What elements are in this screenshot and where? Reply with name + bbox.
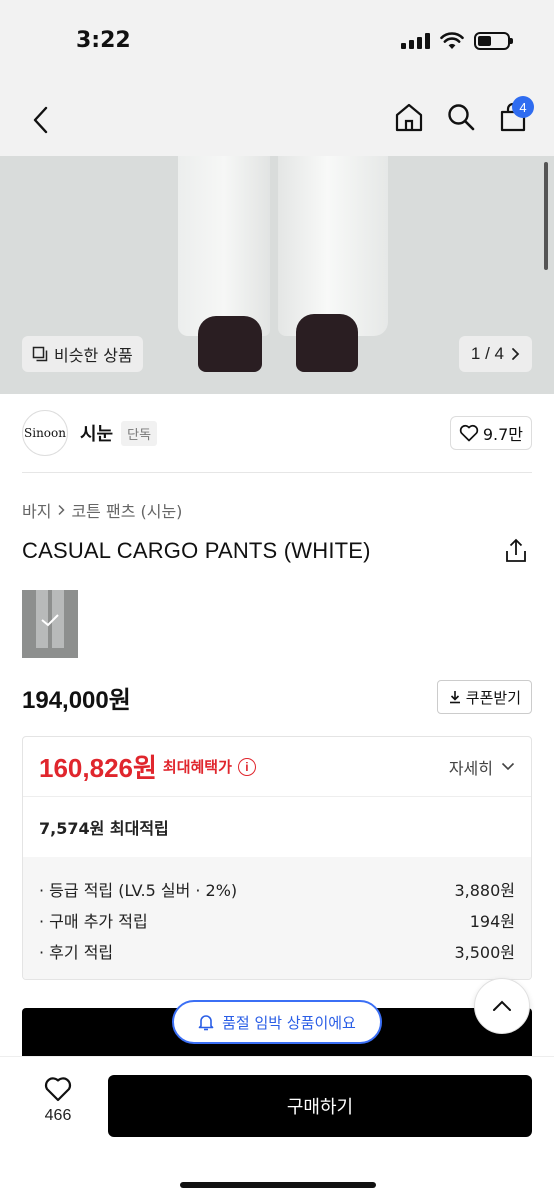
- top-nav: 4: [0, 84, 554, 156]
- coupon-button[interactable]: 쿠폰받기: [436, 680, 532, 714]
- detail-label: 자세히: [448, 758, 493, 778]
- points-summary: 7,574원 최대적립: [39, 819, 169, 838]
- points-line: · 등급 적립 (LV.5 실버 · 2%) 3,880원: [39, 873, 515, 904]
- cellular-signal-icon: [401, 33, 430, 49]
- home-button[interactable]: [394, 100, 424, 134]
- back-button[interactable]: [26, 104, 56, 136]
- product-title: CASUAL CARGO PANTS (WHITE): [22, 538, 371, 563]
- breadcrumb: 바지 코튼 팬츠 (시눈): [22, 498, 182, 522]
- page-scrollbar[interactable]: [544, 162, 548, 270]
- chevron-left-icon: [33, 106, 48, 134]
- chevron-right-icon: [58, 504, 66, 516]
- color-option-thumbnail[interactable]: [22, 590, 78, 658]
- checkmark-icon: [41, 614, 59, 627]
- status-bar: 3:22: [0, 0, 554, 84]
- chevron-down-icon: [501, 762, 515, 771]
- battery-icon: [474, 32, 513, 50]
- search-button[interactable]: [446, 100, 476, 134]
- wishlist-button[interactable]: 466: [30, 1075, 86, 1125]
- status-time: 3:22: [76, 28, 131, 53]
- nav-actions: 4: [394, 96, 534, 134]
- bell-icon: [198, 1015, 214, 1031]
- bottom-action-bar: 466 구매하기: [0, 1056, 554, 1200]
- points-value: 3,500원: [454, 942, 515, 962]
- similar-products-label: 비슷한 상품: [54, 346, 133, 365]
- chevron-right-icon: [512, 348, 520, 360]
- coupon-label: 쿠폰받기: [465, 688, 521, 707]
- points-value: 3,880원: [454, 880, 515, 900]
- points-line: · 구매 추가 적립 194원: [39, 904, 515, 935]
- points-line: · 후기 적립 3,500원: [39, 935, 515, 966]
- product-photo: [178, 156, 270, 336]
- heart-icon: [459, 424, 479, 442]
- brand-logo-text: Sinoon: [24, 426, 66, 440]
- wifi-icon: [440, 32, 464, 49]
- brand-logo[interactable]: Sinoon: [22, 410, 68, 456]
- scroll-to-top-button[interactable]: [474, 978, 530, 1034]
- buy-button[interactable]: 구매하기: [108, 1075, 532, 1137]
- toast-label: 품절 임박 상품이에요: [222, 1013, 356, 1032]
- image-page-label: 1 / 4: [470, 344, 504, 363]
- download-icon: [449, 691, 460, 704]
- search-icon: [448, 104, 475, 131]
- benefit-panel: 160,826원 최대혜택가 i 자세히 7,574원 최대적립 · 등급 적립…: [22, 736, 532, 980]
- breadcrumb-category[interactable]: 바지: [22, 498, 51, 522]
- brand-name[interactable]: 시눈: [80, 420, 113, 446]
- brand-like-button[interactable]: 9.7만: [449, 416, 532, 450]
- image-page-indicator[interactable]: 1 / 4: [458, 336, 532, 372]
- best-price-label: 최대혜택가: [162, 758, 232, 776]
- similar-icon: [32, 346, 48, 362]
- divider: [22, 472, 532, 473]
- points-label: · 등급 적립 (LV.5 실버 · 2%): [39, 880, 238, 900]
- breadcrumb-subcategory[interactable]: 코튼 팬츠 (시눈): [71, 498, 182, 522]
- benefit-detail-toggle[interactable]: 자세히: [449, 755, 515, 779]
- best-price-row: 160,826원 최대혜택가 i 자세히: [23, 737, 531, 797]
- share-icon: [506, 538, 526, 562]
- similar-products-button[interactable]: 비슷한 상품: [22, 336, 143, 372]
- low-stock-toast: 품절 임박 상품이에요: [172, 1000, 382, 1044]
- points-value: 194원: [469, 911, 515, 931]
- brand-like-count: 9.7만: [482, 425, 523, 444]
- chevron-up-icon: [493, 1000, 511, 1011]
- brand-row: Sinoon 시눈 단독 9.7만: [22, 408, 532, 458]
- cart-button[interactable]: 4: [498, 96, 534, 134]
- points-label: · 구매 추가 적립: [39, 911, 148, 931]
- points-breakdown: · 등급 적립 (LV.5 실버 · 2%) 3,880원 · 구매 추가 적립…: [23, 857, 531, 979]
- exclusive-badge: 단독: [121, 420, 158, 446]
- buy-label: 구매하기: [286, 1097, 354, 1118]
- heart-icon: [44, 1077, 72, 1102]
- share-button[interactable]: [504, 538, 530, 564]
- best-price: 160,826원: [39, 753, 157, 783]
- product-image-carousel[interactable]: 비슷한 상품 1 / 4: [0, 156, 554, 394]
- cart-count-badge: 4: [512, 96, 534, 118]
- points-label: · 후기 적립: [39, 942, 114, 962]
- info-icon[interactable]: i: [237, 757, 256, 776]
- status-icons: [401, 32, 513, 50]
- product-price: 194,000원: [22, 687, 131, 714]
- home-indicator: [180, 1182, 376, 1188]
- wishlist-count: 466: [44, 1107, 72, 1124]
- home-icon: [395, 103, 423, 132]
